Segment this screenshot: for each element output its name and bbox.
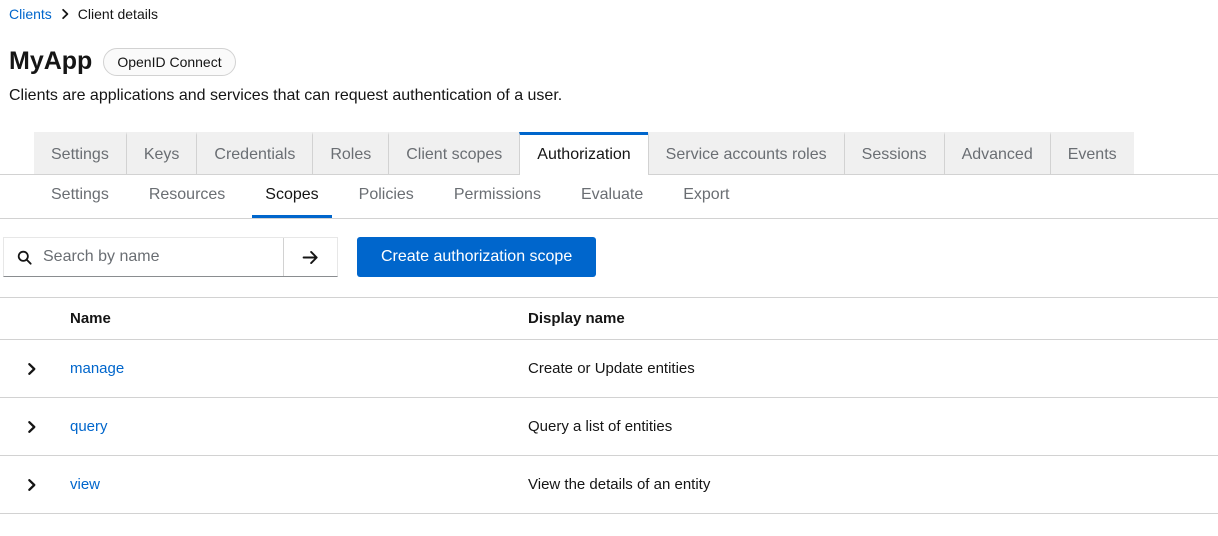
name-column-header: Name	[70, 310, 528, 327]
scope-display-name: Query a list of entities	[528, 418, 1218, 435]
page-title: MyApp	[9, 48, 92, 76]
angle-right-icon	[27, 478, 36, 492]
expand-toggle[interactable]	[0, 420, 70, 434]
subtab-resources[interactable]: Resources	[136, 175, 238, 218]
subtab-settings[interactable]: Settings	[38, 175, 122, 218]
tab-client-scopes[interactable]: Client scopes	[388, 132, 519, 175]
search-group	[3, 237, 338, 277]
table-row: query Query a list of entities	[0, 398, 1218, 456]
client-type-badge: OpenID Connect	[103, 48, 235, 76]
page-description: Clients are applications and services th…	[0, 87, 1218, 105]
authorization-sub-tab-bar: Settings Resources Scopes Policies Permi…	[0, 175, 1218, 219]
subtab-permissions[interactable]: Permissions	[441, 175, 554, 218]
arrow-right-icon	[302, 249, 319, 266]
tab-authorization[interactable]: Authorization	[519, 132, 647, 175]
toolbar: Create authorization scope	[0, 237, 1218, 277]
table-row: view View the details of an entity	[0, 456, 1218, 514]
search-icon	[17, 250, 32, 265]
search-input-wrap	[4, 238, 283, 276]
breadcrumb: Clients Client details	[0, 0, 1218, 22]
expand-toggle[interactable]	[0, 478, 70, 492]
angle-right-icon	[27, 420, 36, 434]
tab-service-accounts-roles[interactable]: Service accounts roles	[648, 132, 844, 175]
angle-right-icon	[61, 8, 69, 20]
breadcrumb-clients-link[interactable]: Clients	[9, 6, 52, 22]
search-submit-button[interactable]	[283, 238, 337, 276]
tab-sessions[interactable]: Sessions	[844, 132, 944, 175]
subtab-scopes[interactable]: Scopes	[252, 175, 331, 218]
subtab-export[interactable]: Export	[670, 175, 742, 218]
breadcrumb-current: Client details	[78, 6, 158, 22]
main-tab-bar: Settings Keys Credentials Roles Client s…	[0, 132, 1218, 175]
tab-events[interactable]: Events	[1050, 132, 1134, 175]
subtab-evaluate[interactable]: Evaluate	[568, 175, 656, 218]
tab-roles[interactable]: Roles	[312, 132, 388, 175]
display-name-column-header: Display name	[528, 310, 1218, 327]
scope-display-name: Create or Update entities	[528, 360, 1218, 377]
tab-advanced[interactable]: Advanced	[944, 132, 1050, 175]
expand-toggle[interactable]	[0, 362, 70, 376]
table-row: manage Create or Update entities	[0, 340, 1218, 398]
scope-display-name: View the details of an entity	[528, 476, 1218, 493]
scope-name-link[interactable]: manage	[70, 360, 528, 377]
authorization-scopes-table: Name Display name manage Create or Updat…	[0, 297, 1218, 514]
create-authorization-scope-button[interactable]: Create authorization scope	[357, 237, 596, 277]
angle-right-icon	[27, 362, 36, 376]
table-header-row: Name Display name	[0, 297, 1218, 340]
tab-settings[interactable]: Settings	[34, 132, 126, 175]
search-input[interactable]	[41, 247, 283, 267]
scope-name-link[interactable]: view	[70, 476, 528, 493]
tab-credentials[interactable]: Credentials	[196, 132, 312, 175]
page-header: MyApp OpenID Connect	[0, 48, 1218, 76]
scope-name-link[interactable]: query	[70, 418, 528, 435]
subtab-policies[interactable]: Policies	[346, 175, 427, 218]
tab-keys[interactable]: Keys	[126, 132, 197, 175]
